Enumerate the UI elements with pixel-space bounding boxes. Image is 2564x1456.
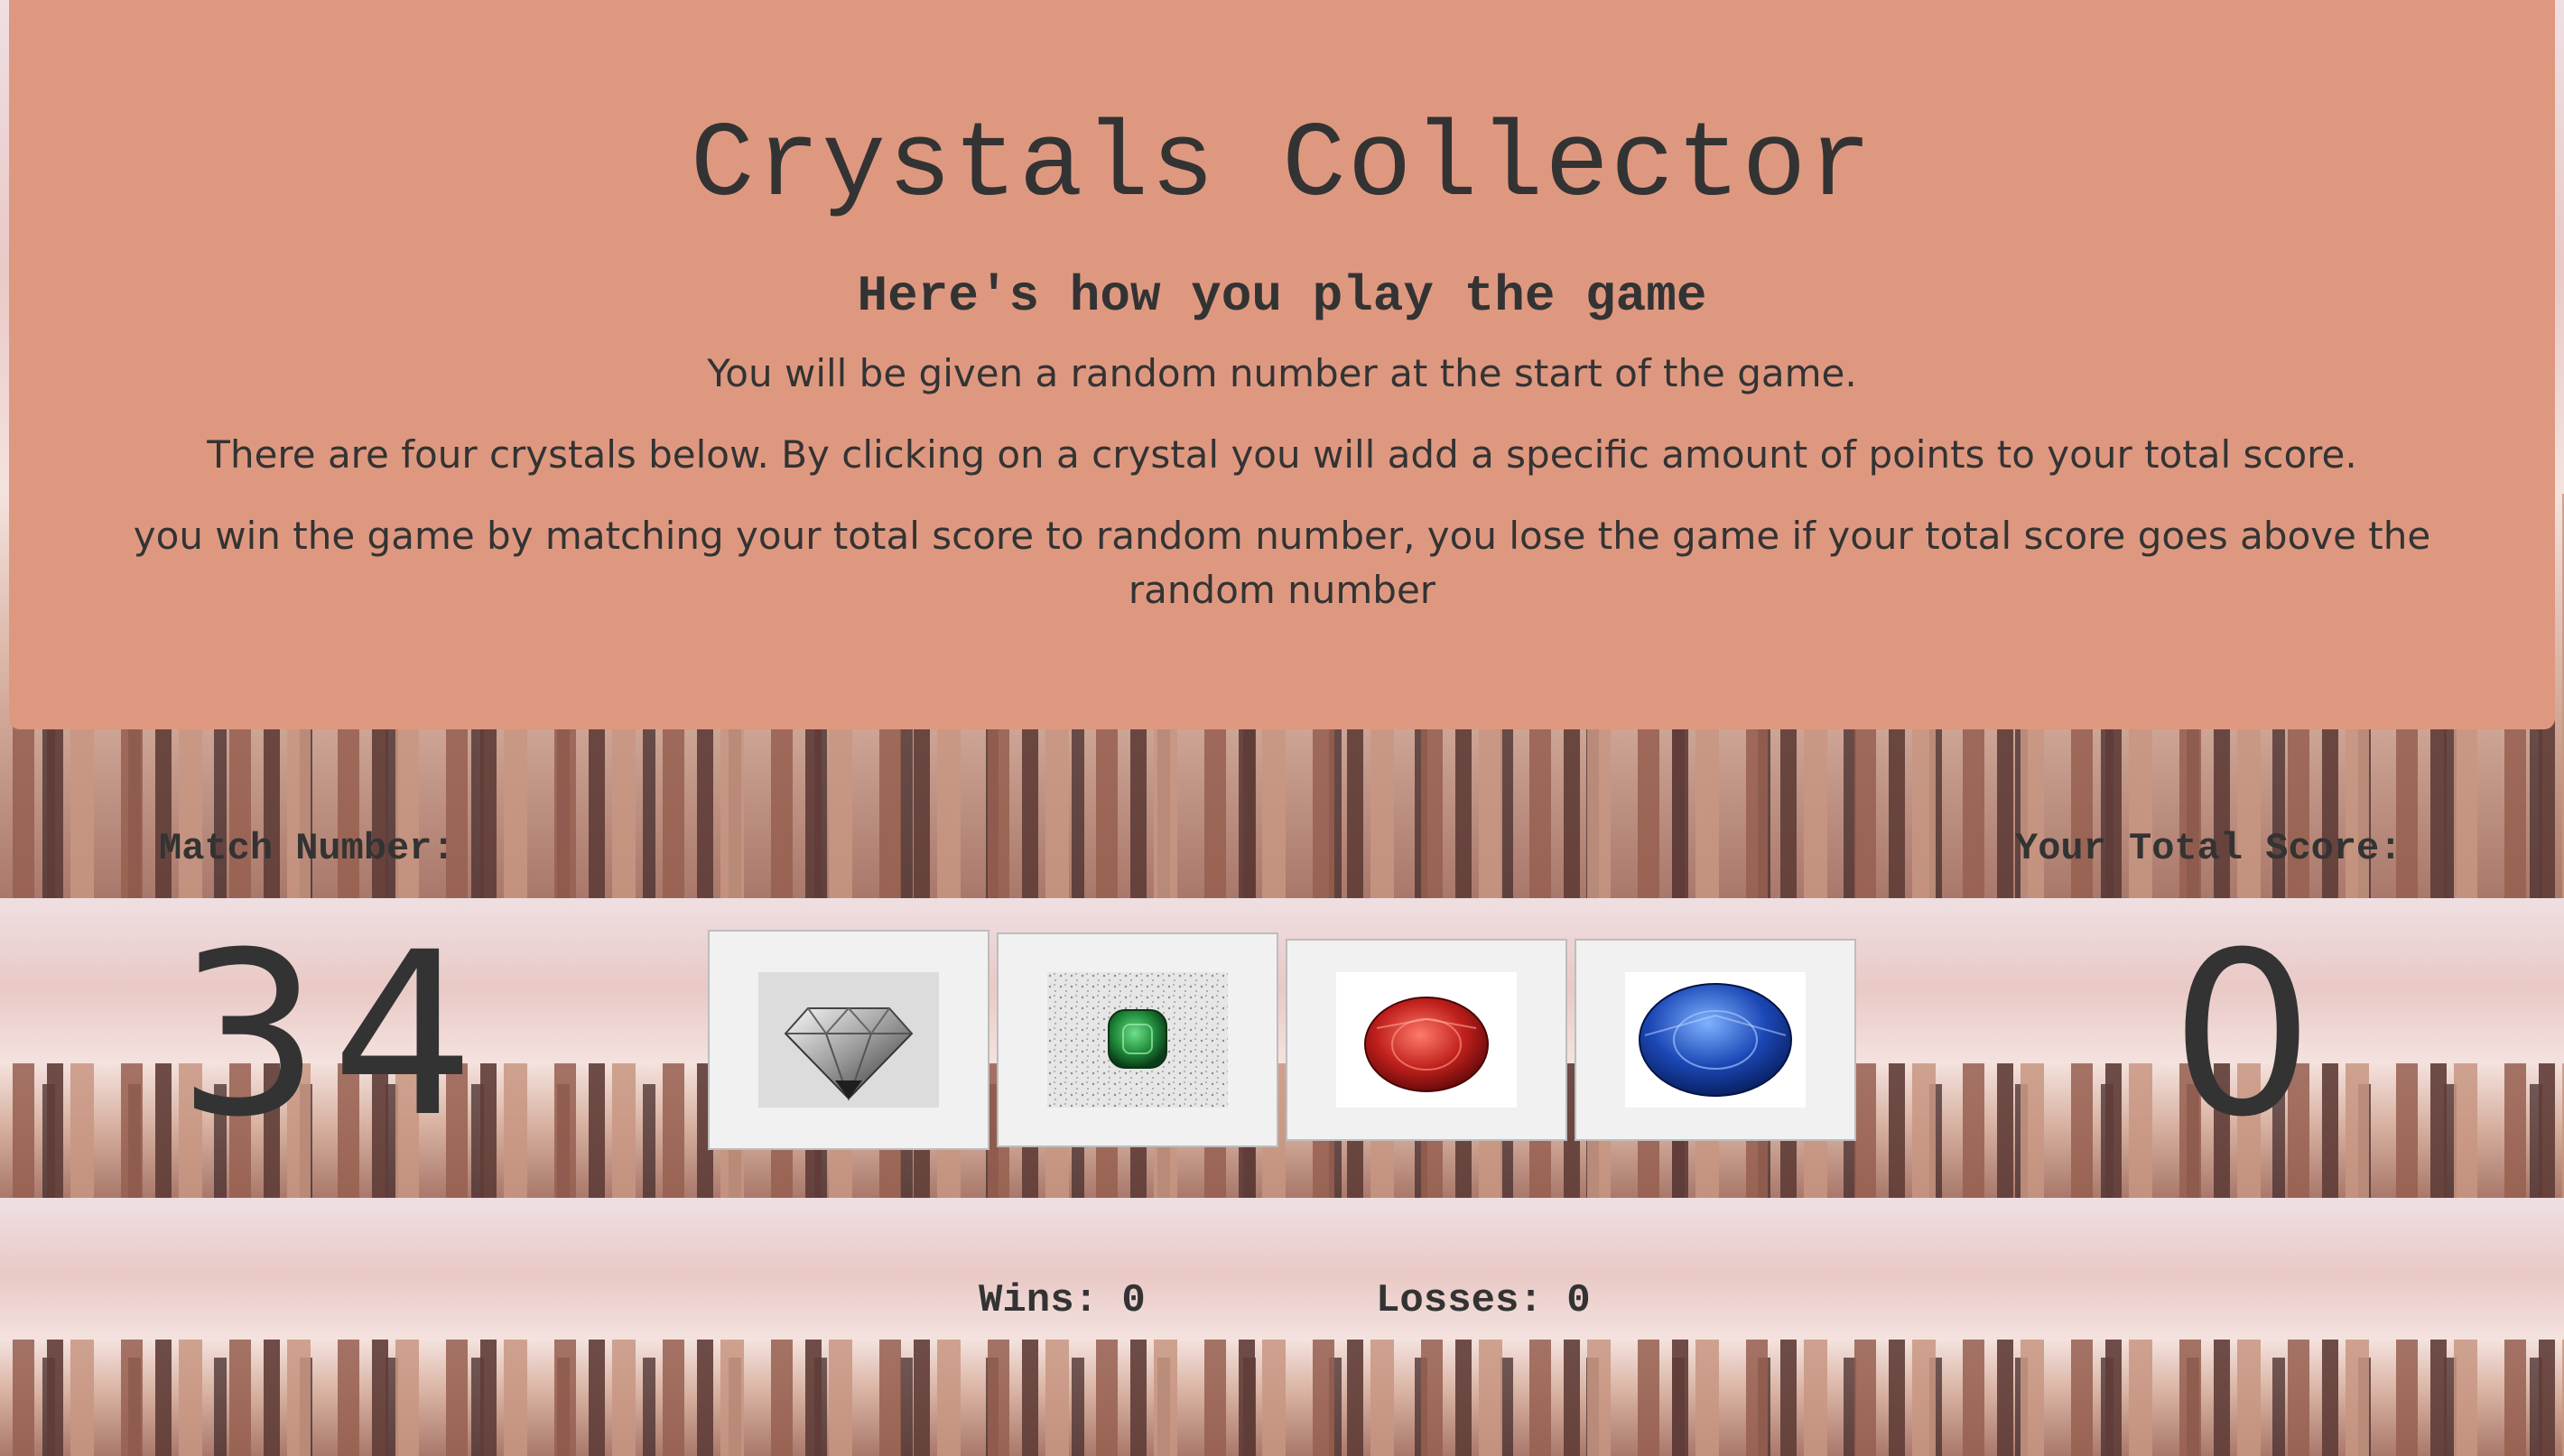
match-number-value: 34 [177,904,487,1166]
losses-counter: Losses: 0 [1376,1278,1591,1323]
diamond-icon [784,1006,914,1102]
sapphire-icon [1639,983,1792,1097]
page-title: Crystals Collector [690,107,1874,227]
wins-counter: Wins: 0 [979,1278,1146,1323]
instruction-line-1: You will be given a random number at the… [707,351,1857,395]
ruby-crystal-button[interactable] [1286,939,1567,1141]
emerald-crystal-image [1047,972,1228,1108]
sapphire-crystal-image [1625,972,1806,1108]
diamond-crystal-image [758,972,939,1108]
sapphire-crystal-button[interactable] [1575,939,1856,1141]
instruction-line-2: There are four crystals below. By clicki… [207,432,2357,477]
instruction-line-3: you win the game by matching your total … [133,514,2431,612]
match-number-label: Match Number: [159,827,455,870]
instructions-heading: Here's how you play the game [857,267,1707,325]
ruby-icon [1364,997,1489,1092]
total-score-value: 0 [2170,904,2315,1166]
ruby-crystal-image [1336,972,1517,1108]
emerald-crystal-button[interactable] [997,932,1278,1147]
instructions-panel: Crystals Collector Here's how you play t… [9,0,2555,729]
total-score-label: Your Total Score: [2015,827,2402,870]
skyline-band [0,1198,2564,1456]
emerald-icon [1047,972,1228,1108]
diamond-crystal-button[interactable] [708,930,989,1150]
